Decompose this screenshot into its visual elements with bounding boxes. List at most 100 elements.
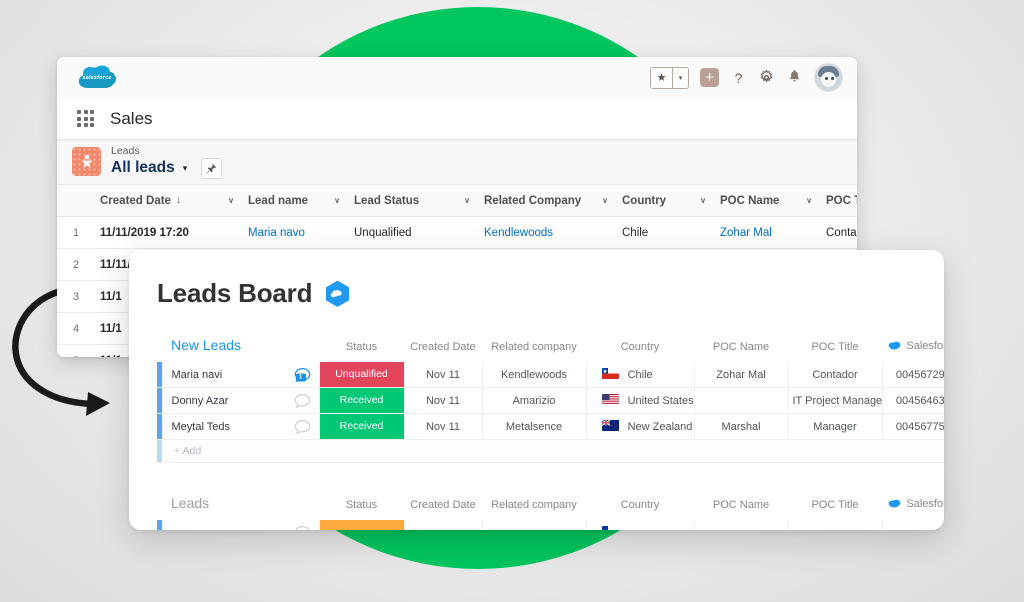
board-column-country[interactable]: Country (586, 335, 694, 362)
board-column-poc-title[interactable]: POC Title (788, 493, 882, 520)
chat-bubble-glyph (294, 525, 310, 530)
column-header-created-date[interactable]: Created Date ↓ ∨ (95, 185, 243, 217)
header-label-poc-title: POC Title (826, 194, 857, 207)
user-avatar[interactable] (814, 63, 843, 92)
row-number: 4 (57, 312, 95, 345)
group-title-leads[interactable]: Leads (162, 493, 319, 520)
board-column-poc-title[interactable]: POC Title (788, 335, 882, 362)
board-column-related-company[interactable]: Related company (482, 335, 586, 362)
board-column-salesforce[interactable]: Salesforce ... (882, 493, 944, 520)
board-cell-related-company[interactable]: Kendlewoods (482, 362, 587, 388)
board-cell-status[interactable]: Received (319, 387, 405, 414)
board-cell-status[interactable] (319, 520, 405, 530)
chevron-down-icon[interactable]: ∨ (602, 196, 612, 205)
board-cell-country[interactable]: New Zealand (586, 413, 695, 440)
board-column-poc-name[interactable]: POC Name (694, 335, 788, 362)
board-cell-item-name[interactable] (162, 520, 320, 530)
board-add-row[interactable]: + Add (157, 439, 944, 463)
chat-bubble-icon[interactable] (294, 393, 311, 408)
board-cell-country[interactable] (586, 520, 695, 530)
board-cell-created-date[interactable]: Nov 11 (404, 387, 483, 414)
board-cell-poc-name[interactable] (694, 520, 789, 530)
board-cell-created-date[interactable] (404, 520, 483, 530)
board-column-created-date[interactable]: Created Date (404, 335, 482, 362)
group-title-new-leads[interactable]: New Leads (162, 335, 319, 362)
salesforce-cloud-logo: salesforce (77, 65, 117, 91)
chevron-down-icon[interactable]: ∨ (806, 196, 816, 205)
salesforce-navbar: Sales (57, 98, 857, 139)
chat-bubble-icon[interactable]: 1 (294, 367, 311, 382)
board-row[interactable]: Maria navi 1 Unqualified Nov 11 Kendlewo… (157, 362, 944, 388)
related-company-link[interactable]: Kendlewoods (484, 227, 553, 239)
board-cell-poc-title[interactable] (788, 520, 883, 530)
board-cell-poc-title[interactable]: IT Project Manager (788, 387, 883, 414)
cell-lead-name[interactable]: Maria navo (243, 216, 349, 249)
chevron-down-icon[interactable]: ∨ (334, 196, 344, 205)
flag-chile-icon (601, 368, 619, 379)
favorites-star-icon[interactable]: ★ (651, 67, 672, 88)
list-view-caret-icon[interactable]: ▾ (183, 163, 188, 174)
column-header-poc-name[interactable]: POC Name ∨ (715, 185, 821, 217)
board-cell-related-company[interactable]: Metalsence (482, 413, 587, 440)
board-cell-salesforce-id[interactable]: 00456775639 (882, 413, 944, 440)
board-cell-item-name[interactable]: Donny Azar (162, 387, 320, 414)
chevron-down-icon[interactable]: ∨ (228, 196, 238, 205)
column-header-lead-name[interactable]: Lead name ∨ (243, 185, 349, 217)
chevron-down-icon[interactable]: ∨ (464, 196, 474, 205)
board-cell-salesforce-id[interactable] (882, 520, 944, 530)
board-cell-created-date[interactable]: Nov 11 (404, 413, 483, 440)
add-item-button[interactable]: + Add (162, 439, 944, 463)
board-row[interactable] (157, 520, 944, 530)
column-header-country[interactable]: Country ∨ (617, 185, 715, 217)
country-label: Chile (627, 369, 653, 381)
leads-object-icon (72, 147, 101, 176)
board-cell-status[interactable]: Unqualified (319, 362, 405, 388)
pin-list-view-button[interactable] (201, 157, 223, 179)
board-column-created-date[interactable]: Created Date (404, 493, 482, 520)
board-cell-poc-name[interactable]: Marshal (694, 413, 789, 440)
cell-poc-name[interactable]: Zohar Mal (715, 216, 821, 249)
lead-name-link[interactable]: Maria navo (248, 227, 305, 239)
favorites-caret-icon[interactable]: ▾ (672, 67, 688, 88)
screenshot-stage: salesforce ★ ▾ + ? Sales Leads All leads… (0, 0, 1024, 602)
list-view-meta: Leads All leads ▾ (111, 145, 223, 179)
notifications-bell-icon[interactable] (786, 69, 803, 86)
header-label-poc-name: POC Name (720, 194, 780, 207)
board-cell-item-name[interactable]: Maria navi 1 (162, 362, 320, 388)
board-column-related-company[interactable]: Related company (482, 493, 586, 520)
board-column-status[interactable]: Status (319, 335, 404, 362)
board-cell-poc-name[interactable] (694, 387, 789, 414)
column-header-lead-status[interactable]: Lead Status ∨ (349, 185, 479, 217)
board-cell-related-company[interactable] (482, 520, 587, 530)
favorites-group[interactable]: ★ ▾ (650, 66, 689, 89)
help-icon[interactable]: ? (730, 69, 747, 86)
settings-gear-icon[interactable] (758, 69, 775, 86)
board-cell-salesforce-id[interactable]: 00456463924 (882, 387, 944, 414)
chat-bubble-icon[interactable] (294, 419, 311, 434)
cell-related-company[interactable]: Kendlewoods (479, 216, 617, 249)
chevron-down-icon[interactable]: ∨ (700, 196, 710, 205)
chat-bubble-icon[interactable] (294, 525, 311, 530)
board-cell-item-name[interactable]: Meytal Teds (162, 413, 320, 440)
poc-name-link[interactable]: Zohar Mal (720, 227, 772, 239)
board-cell-poc-name[interactable]: Zohar Mal (694, 362, 789, 388)
app-launcher-icon[interactable] (77, 110, 94, 127)
board-cell-country[interactable]: Chile (586, 362, 695, 388)
table-row[interactable]: 1 11/11/2019 17:20 Maria navo Unqualifie… (57, 216, 857, 249)
global-add-button[interactable]: + (700, 68, 719, 87)
board-column-country[interactable]: Country (586, 493, 694, 520)
board-cell-poc-title[interactable]: Manager (788, 413, 883, 440)
board-cell-status[interactable]: Received (319, 413, 405, 440)
board-cell-country[interactable]: United States (586, 387, 695, 414)
board-column-status[interactable]: Status (319, 493, 404, 520)
board-column-poc-name[interactable]: POC Name (694, 493, 788, 520)
board-cell-created-date[interactable]: Nov 11 (404, 362, 483, 388)
board-cell-poc-title[interactable]: Contador (788, 362, 883, 388)
board-cell-salesforce-id[interactable]: 00456729008 (882, 362, 944, 388)
column-header-poc-title[interactable]: POC Title (821, 185, 857, 217)
column-header-related-company[interactable]: Related Company ∨ (479, 185, 617, 217)
board-row[interactable]: Donny Azar Received Nov 11 Amarizio Unit… (157, 387, 944, 414)
board-column-salesforce[interactable]: Salesforce ... (882, 335, 944, 362)
board-row[interactable]: Meytal Teds Received Nov 11 Metalsence N… (157, 413, 944, 440)
board-cell-related-company[interactable]: Amarizio (482, 387, 587, 414)
